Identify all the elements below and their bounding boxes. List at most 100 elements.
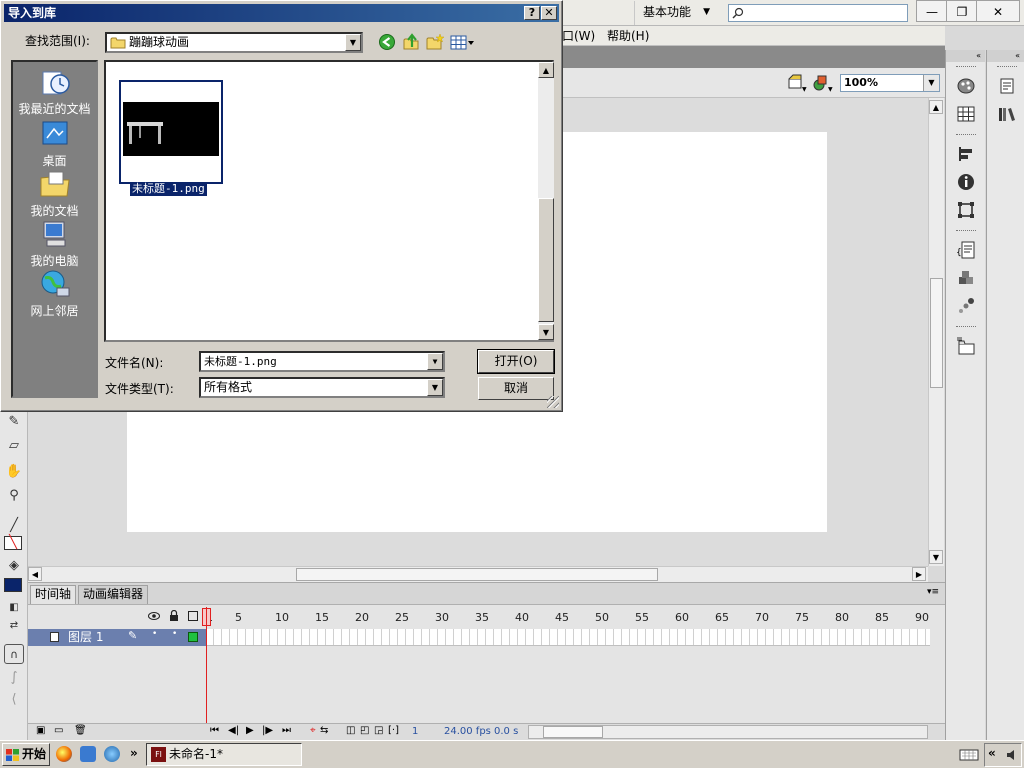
place-desktop[interactable]: 桌面 [13, 118, 96, 169]
black-white-icon[interactable]: ◧ [4, 598, 24, 618]
panel-grip[interactable] [956, 66, 976, 69]
place-my-documents[interactable]: 我的文档 [13, 168, 96, 219]
zoom-combo[interactable]: 100% ▼ [840, 74, 940, 92]
collapse-icon[interactable]: « [946, 50, 985, 62]
snap-magnet-icon[interactable]: ∩ [4, 644, 24, 664]
edit-symbols-icon[interactable]: ▼ [812, 74, 834, 92]
collapse-icon[interactable]: « [987, 50, 1024, 62]
eyedropper-icon[interactable]: ✎ [4, 412, 24, 432]
edit-scene-icon[interactable]: ▼ [786, 74, 808, 92]
layer-row[interactable]: 图层 1 ✎ • • [28, 629, 206, 646]
new-folder-icon[interactable]: ▭ [54, 725, 63, 736]
scroll-thumb[interactable] [543, 726, 603, 738]
frame-ruler[interactable]: 151015202530354045505560657075808590 [206, 607, 930, 627]
lock-icon[interactable] [169, 610, 179, 622]
up-folder-icon[interactable] [401, 33, 421, 51]
view-menu-icon[interactable] [449, 33, 475, 51]
file-name-input[interactable]: 未标题-1.png ▼ [199, 351, 445, 372]
start-button[interactable]: 开始 [2, 743, 50, 766]
file-list[interactable]: 未标题-1.png ▲ ▼ [104, 60, 554, 342]
scroll-up-icon[interactable]: ▲ [929, 100, 943, 114]
straighten-icon[interactable]: ⟨ [4, 690, 24, 710]
app-search-input[interactable] [728, 4, 908, 22]
scroll-left-icon[interactable]: ◀ [28, 567, 42, 581]
place-recent-documents[interactable]: 我最近的文档 [13, 66, 96, 117]
back-icon[interactable] [377, 33, 397, 51]
workspace-selector[interactable]: 基本功能 ▼ [634, 1, 716, 25]
current-frame[interactable]: 1 [412, 726, 418, 737]
onion-markers-icon[interactable]: [·] [388, 725, 399, 736]
lock-dot-icon[interactable]: • [172, 629, 177, 639]
visible-dot-icon[interactable]: • [152, 629, 157, 639]
align-panel-icon[interactable] [956, 144, 976, 164]
file-type-select[interactable]: 所有格式 ▼ [199, 377, 445, 398]
tray-expand-icon[interactable]: « [988, 746, 996, 760]
menu-help[interactable]: 帮助(H) [607, 28, 649, 44]
frame-rate[interactable]: 24.00 fps [444, 726, 491, 737]
file-name-label[interactable]: 未标题-1.png [130, 182, 207, 196]
keyboard-icon[interactable] [958, 744, 980, 764]
chevron-down-icon[interactable]: ▼ [345, 34, 361, 51]
scroll-up-icon[interactable]: ▲ [538, 62, 554, 78]
chevron-down-icon[interactable]: ▼ [923, 75, 939, 91]
library-icon[interactable] [956, 336, 976, 356]
play-icon[interactable]: ▶ [246, 725, 254, 736]
panel-grip[interactable] [997, 66, 1017, 69]
eye-icon[interactable] [148, 611, 160, 621]
scroll-down-icon[interactable]: ▼ [929, 550, 943, 564]
onion-outline-icon[interactable]: ◰ [360, 725, 369, 736]
step-forward-icon[interactable]: |▶ [262, 725, 273, 736]
file-thumbnail[interactable] [119, 80, 223, 184]
tab-timeline[interactable]: 时间轴 [30, 585, 77, 604]
loop-icon[interactable]: ⇆ [320, 725, 328, 736]
library-books-icon[interactable] [997, 104, 1017, 124]
scroll-right-icon[interactable]: ▶ [912, 567, 926, 581]
panel-grip[interactable] [956, 326, 976, 329]
paint-bucket-icon[interactable]: ◈ [4, 556, 24, 576]
scroll-down-icon[interactable]: ▼ [538, 324, 554, 340]
chevron-down-icon[interactable]: ▼ [427, 379, 443, 396]
open-button[interactable]: 打开(O) [477, 349, 555, 374]
desktop-icon[interactable] [80, 746, 96, 762]
stage-horizontal-scrollbar[interactable]: ◀ ▶ [28, 566, 928, 582]
layer-outline-color[interactable] [188, 632, 198, 642]
ie-icon[interactable] [104, 746, 120, 762]
onion-skin-icon[interactable]: ◫ [346, 725, 355, 736]
info-icon[interactable] [956, 172, 976, 192]
hand-icon[interactable]: ✋ [4, 462, 24, 482]
scroll-thumb[interactable] [296, 568, 658, 581]
stroke-color-icon[interactable]: ╱ [4, 516, 24, 536]
chevron-down-icon[interactable]: ▼ [427, 353, 443, 370]
fill-color-swatch[interactable] [4, 578, 22, 592]
stroke-color-swatch[interactable]: ╲ [4, 536, 22, 550]
tab-motion-editor[interactable]: 动画编辑器 [78, 585, 149, 604]
taskbar-item-flash[interactable]: Fl 未命名-1* [146, 743, 302, 766]
help-button[interactable]: ? [524, 6, 540, 20]
components-icon[interactable] [956, 268, 976, 288]
timeline-horizontal-scrollbar[interactable] [528, 725, 928, 739]
look-in-combo[interactable]: 蹦蹦球动画 ▼ [105, 32, 363, 53]
menu-window[interactable]: 口(W) [562, 28, 595, 44]
media-player-icon[interactable] [56, 746, 72, 762]
color-panel-icon[interactable] [956, 76, 976, 96]
center-frame-icon[interactable]: ⌖ [310, 725, 316, 736]
last-frame-icon[interactable]: ⏭ [282, 725, 291, 736]
speaker-icon[interactable] [1005, 748, 1019, 762]
swap-colors-icon[interactable]: ⇄ [4, 616, 24, 636]
restore-button[interactable]: ❐ [946, 0, 978, 22]
actions-code-icon[interactable]: { [956, 240, 976, 260]
panel-grip[interactable] [956, 230, 976, 233]
new-folder-icon[interactable] [425, 33, 445, 51]
step-back-icon[interactable]: ◀| [228, 725, 239, 736]
place-my-computer[interactable]: 我的电脑 [13, 218, 96, 269]
panel-grip[interactable] [956, 134, 976, 137]
outline-icon[interactable] [188, 611, 198, 621]
dialog-title-bar[interactable]: 导入到库 ? ✕ [4, 4, 559, 22]
dialog-close-button[interactable]: ✕ [541, 6, 557, 20]
smooth-icon[interactable]: ∫ [4, 668, 24, 688]
quicklaunch-more-icon[interactable]: » [130, 746, 138, 760]
transform-icon[interactable] [956, 200, 976, 220]
eraser-icon[interactable]: ▱ [4, 436, 24, 456]
frame-cells[interactable] [206, 629, 930, 646]
resize-grip[interactable] [547, 396, 559, 408]
